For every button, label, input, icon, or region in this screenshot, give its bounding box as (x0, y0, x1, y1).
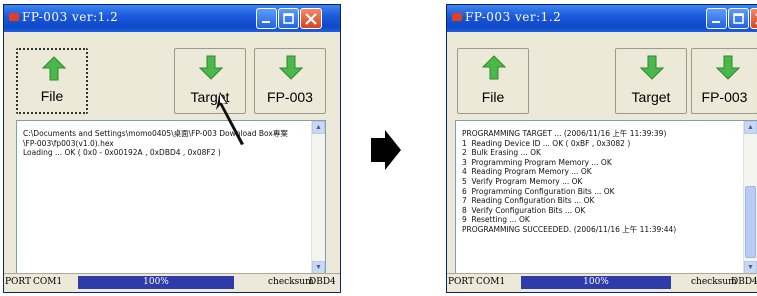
close-button[interactable] (750, 8, 757, 29)
app-icon (452, 13, 462, 21)
minimize-button[interactable] (706, 8, 727, 29)
close-button[interactable] (300, 8, 322, 29)
progress-text: 100% (583, 277, 609, 287)
minimize-button[interactable] (256, 8, 277, 29)
window-title: FP-003 ver:1.2 (22, 10, 119, 24)
file-button[interactable]: File (457, 48, 529, 114)
down-arrow-icon (640, 55, 664, 80)
close-icon (305, 13, 317, 25)
transition-arrow-icon (371, 130, 401, 170)
down-arrow-icon (716, 55, 740, 80)
left-window: FP-003 ver:1.2 File Target FP-003 C:\Doc… (3, 4, 341, 293)
maximize-icon (283, 13, 294, 24)
progress-bar: 100% (521, 276, 671, 289)
scroll-up-icon[interactable]: ▲ (744, 121, 757, 134)
port-label: PORT (5, 277, 32, 287)
file-button-label: File (40, 88, 64, 104)
file-button-label: File (481, 89, 505, 105)
window-title: FP-003 ver:1.2 (465, 10, 562, 24)
progress-text: 100% (143, 277, 169, 287)
close-icon (755, 13, 757, 25)
checksum-value: DBD4 (731, 277, 757, 287)
cursor-arrow-icon (216, 92, 244, 145)
down-arrow-icon (279, 55, 303, 80)
checksum-label: checksum (268, 277, 314, 287)
device-button[interactable]: FP-003 (254, 48, 326, 114)
status-bar: PORT COM1 100% checksum DBD4 (447, 273, 757, 292)
port-value: COM1 (476, 277, 506, 287)
target-button-label: Target (631, 89, 671, 105)
maximize-icon (733, 13, 744, 24)
scrollbar-thumb[interactable] (745, 186, 756, 258)
scroll-up-icon[interactable]: ▲ (312, 121, 325, 134)
title-bar[interactable]: FP-003 ver:1.2 (447, 5, 757, 32)
checksum-value: DBD4 (309, 277, 336, 287)
log-textbox[interactable]: C:\Documents and Settings\momo0405\桌面\FP… (16, 120, 326, 275)
device-button[interactable]: FP-003 (691, 48, 757, 114)
app-icon (9, 13, 19, 21)
maximize-button[interactable] (728, 8, 749, 29)
minimize-icon (712, 21, 720, 23)
log-textbox[interactable]: PROGRAMMING TARGET ... (2006/11/16 上午 11… (455, 120, 757, 275)
up-arrow-icon (42, 56, 66, 81)
file-button[interactable]: File (16, 48, 88, 114)
log-text: C:\Documents and Settings\momo0405\桌面\FP… (23, 129, 288, 158)
port-label: PORT (448, 277, 475, 287)
down-arrow-icon (199, 55, 223, 80)
maximize-button[interactable] (278, 8, 299, 29)
minimize-icon (262, 21, 270, 23)
right-window: FP-003 ver:1.2 File Target FP-003 PROGRA… (446, 4, 757, 293)
device-button-label: FP-003 (267, 89, 313, 105)
log-text: PROGRAMMING TARGET ... (2006/11/16 上午 11… (462, 129, 677, 234)
target-button[interactable]: Target (615, 48, 687, 114)
vertical-scrollbar[interactable]: ▲ ▼ (743, 121, 757, 274)
vertical-scrollbar[interactable]: ▲ ▼ (311, 121, 325, 274)
progress-bar: 100% (78, 276, 234, 289)
port-value: COM1 (33, 277, 63, 287)
device-button-label: FP-003 (701, 89, 748, 105)
up-arrow-icon (482, 55, 506, 80)
status-bar: PORT COM1 100% checksum DBD4 (4, 273, 340, 292)
title-bar[interactable]: FP-003 ver:1.2 (4, 5, 340, 32)
checksum-label: checksum (691, 277, 737, 287)
